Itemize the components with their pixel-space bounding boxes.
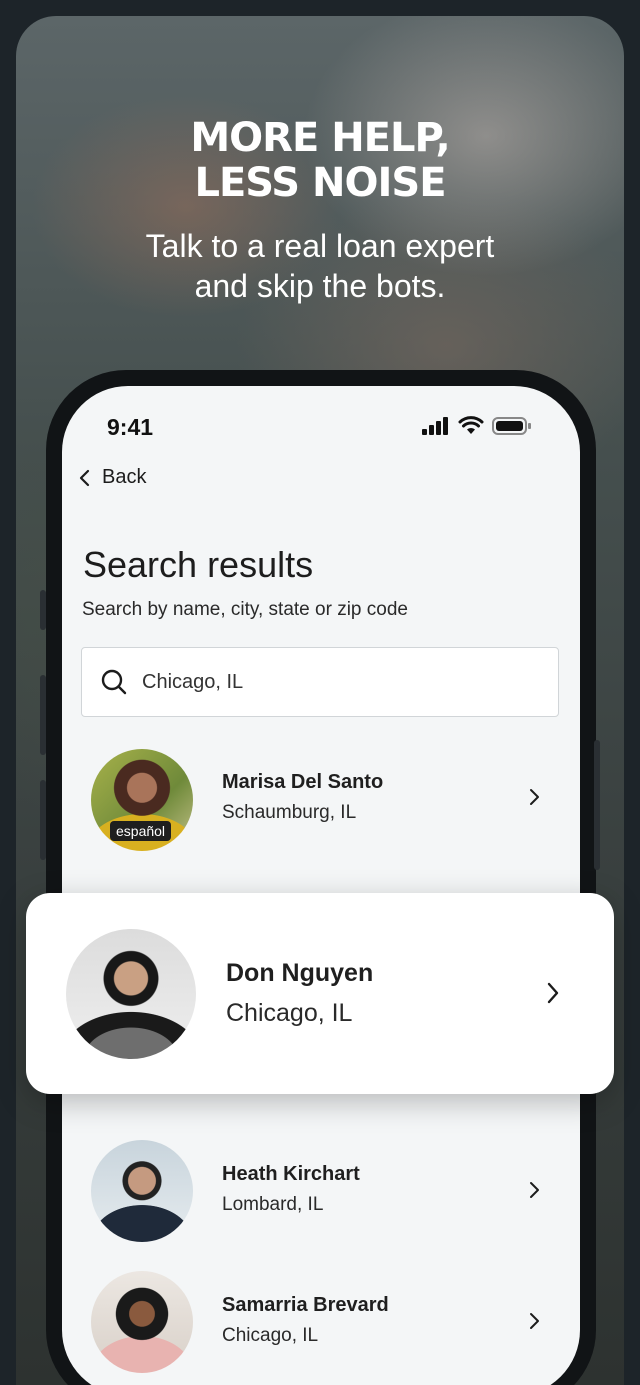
agent-row-samarria[interactable]: Samarria Brevard Chicago, IL — [62, 1268, 580, 1378]
agent-name: Marisa Del Santo — [222, 771, 384, 793]
search-input[interactable]: Chicago, IL — [81, 647, 559, 717]
page-title: Search results — [83, 544, 314, 585]
agent-city: Chicago, IL — [226, 999, 353, 1027]
chevron-right-icon — [547, 982, 559, 1004]
avatar — [66, 929, 196, 1059]
chevron-right-icon — [530, 1313, 539, 1329]
agent-name: Don Nguyen — [226, 959, 374, 987]
chevron-left-icon — [79, 469, 90, 486]
chevron-right-icon — [530, 1182, 539, 1198]
promo-headline: MORE HELP, LESS NOISE — [16, 116, 624, 206]
status-time: 9:41 — [107, 414, 154, 440]
avatar — [91, 1271, 193, 1373]
back-label: Back — [102, 466, 147, 488]
phone-screen: 9:41 Back Search results Search by name,… — [62, 386, 580, 1385]
subline-line-2: and skip the bots. — [194, 268, 446, 304]
search-value: Chicago, IL — [142, 670, 244, 693]
phone-volume-up-button — [40, 675, 46, 755]
agent-name: Samarria Brevard — [222, 1294, 389, 1316]
search-icon — [101, 669, 127, 695]
headline-line-1: MORE HELP, — [190, 115, 450, 161]
avatar — [91, 1140, 193, 1242]
headline-line-2: LESS NOISE — [194, 160, 446, 206]
subline-line-1: Talk to a real loan expert — [145, 228, 495, 264]
promo-subline: Talk to a real loan expert and skip the … — [16, 226, 624, 306]
agent-name: Heath Kirchart — [222, 1163, 360, 1185]
phone-power-button — [594, 740, 600, 870]
agent-city: Schaumburg, IL — [222, 802, 357, 823]
agent-row-heath[interactable]: Heath Kirchart Lombard, IL — [62, 1136, 580, 1246]
phone-mute-button — [40, 590, 46, 630]
status-icons — [422, 416, 532, 436]
agent-city: Chicago, IL — [222, 1325, 319, 1346]
phone-volume-down-button — [40, 780, 46, 860]
agent-city: Lombard, IL — [222, 1194, 324, 1215]
signal-icon — [422, 417, 448, 435]
language-badge: español — [110, 821, 172, 841]
wifi-icon — [458, 416, 484, 434]
battery-icon — [492, 417, 531, 435]
featured-agent-card[interactable]: Don Nguyen Chicago, IL — [26, 893, 614, 1094]
page-subtitle: Search by name, city, state or zip code — [82, 599, 408, 620]
agent-row-marisa[interactable]: español Marisa Del Santo Schaumburg, IL — [62, 744, 580, 854]
chevron-right-icon — [530, 789, 539, 805]
back-button[interactable]: Back — [78, 466, 146, 489]
